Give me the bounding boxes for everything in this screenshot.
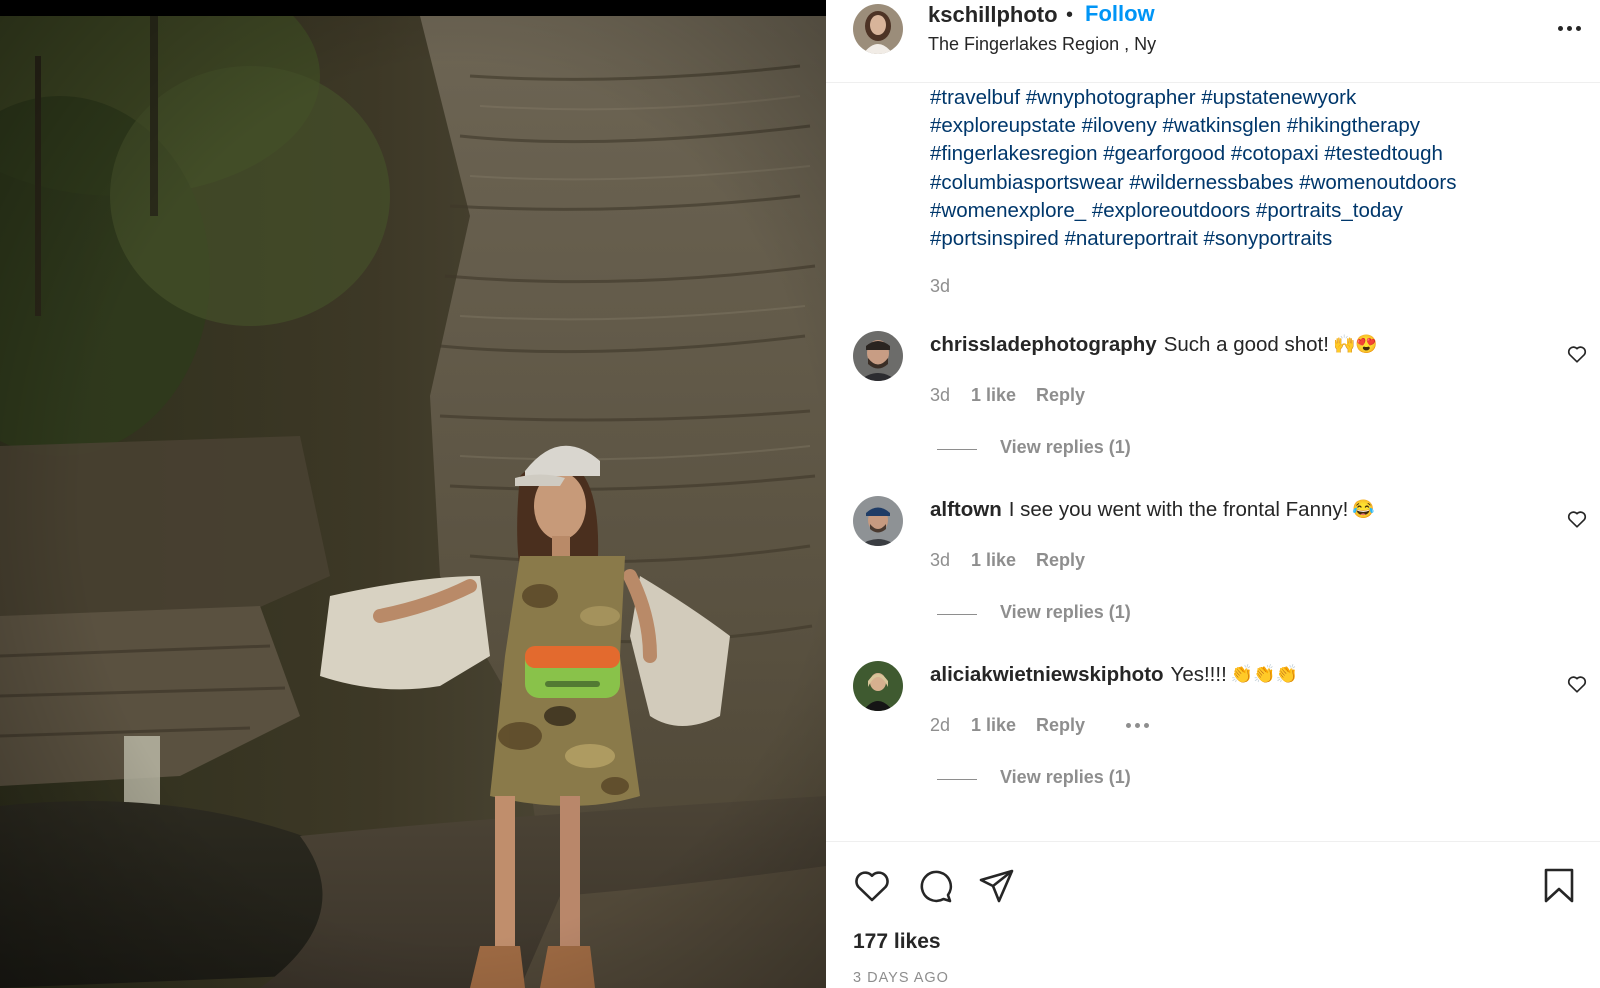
comment-reply-button[interactable]: Reply — [1036, 550, 1085, 571]
comment-more-options-icon[interactable] — [1126, 723, 1154, 731]
comment-timestamp[interactable]: 3d — [930, 385, 950, 406]
comment-likes[interactable]: 1 like — [971, 385, 1016, 406]
comment-body: aliciakwietniewskiphoto Yes!!!! 👏👏👏 — [930, 663, 1298, 687]
post-photo[interactable] — [0, 0, 826, 988]
view-replies-label: View replies (1) — [1000, 602, 1131, 622]
caption-hashtag-line[interactable]: #columbiasportswear #wildernessbabes #wo… — [930, 171, 1456, 194]
comment-likes[interactable]: 1 like — [971, 550, 1016, 571]
photo-top-bar — [0, 0, 826, 16]
post-side-panel: kschillphoto • Follow The Fingerlakes Re… — [826, 0, 1600, 988]
follow-button[interactable]: Follow — [1085, 1, 1155, 27]
comment-timestamp[interactable]: 3d — [930, 550, 950, 571]
commenter-avatar[interactable] — [853, 661, 903, 711]
comment-emoji: 🙌😍 — [1332, 334, 1378, 354]
author-username[interactable]: kschillphoto — [928, 2, 1058, 28]
comment-text: I see you went with the frontal Fanny! — [1008, 498, 1349, 521]
view-replies-divider — [937, 449, 977, 450]
comment-username[interactable]: aliciakwietniewskiphoto — [930, 663, 1164, 686]
view-replies-divider — [937, 614, 977, 615]
post-likes-count[interactable]: 177 likes — [853, 930, 941, 954]
caption-hashtag-line[interactable]: #fingerlakesregion #gearforgood #cotopax… — [930, 142, 1443, 165]
comment: aliciakwietniewskiphoto Yes!!!! 👏👏👏 2d 1 l… — [826, 661, 1600, 821]
comment-text: Yes!!!! — [1170, 663, 1227, 686]
comment-username[interactable]: chrissladephotography — [930, 333, 1157, 356]
comment-emoji: 😂 — [1352, 499, 1375, 519]
post-action-bar: 177 likes 3 DAYS AGO — [826, 841, 1600, 988]
post-header: kschillphoto • Follow The Fingerlakes Re… — [826, 0, 1600, 83]
header-separator: • — [1066, 4, 1074, 26]
comment: alftown I see you went with the frontal F… — [826, 496, 1600, 656]
comment-emoji: 👏👏👏 — [1230, 664, 1299, 684]
comment: chrissladephotography Such a good shot! 🙌😍… — [826, 331, 1600, 491]
comment-reply-button[interactable]: Reply — [1036, 715, 1085, 736]
comment-like-heart-icon[interactable] — [1566, 673, 1588, 695]
caption-timestamp[interactable]: 3d — [930, 276, 950, 297]
comment-bubble-icon[interactable] — [915, 866, 955, 906]
comment-text: Such a good shot! — [1163, 333, 1329, 356]
caption-hashtag-line[interactable]: #exploreupstate #iloveny #watkinsglen #h… — [930, 114, 1420, 137]
bookmark-save-icon[interactable] — [1539, 866, 1579, 906]
view-replies-label: View replies (1) — [1000, 437, 1131, 457]
more-options-icon[interactable] — [1552, 16, 1586, 40]
commenter-avatar[interactable] — [853, 496, 903, 546]
comment-likes[interactable]: 1 like — [971, 715, 1016, 736]
view-replies-label: View replies (1) — [1000, 767, 1131, 787]
post-image — [0, 16, 826, 988]
post-location[interactable]: The Fingerlakes Region , Ny — [928, 34, 1156, 55]
paper-plane-share-icon[interactable] — [977, 866, 1017, 906]
view-replies-divider — [937, 779, 977, 780]
like-heart-icon[interactable] — [852, 866, 892, 906]
post-caption: #travelbuf #wnyphotographer #upstatenewy… — [930, 84, 1570, 253]
comment-like-heart-icon[interactable] — [1566, 508, 1588, 530]
comment-like-heart-icon[interactable] — [1566, 343, 1588, 365]
post-date: 3 DAYS AGO — [853, 970, 949, 986]
comment-body: alftown I see you went with the frontal F… — [930, 498, 1375, 522]
comment-reply-button[interactable]: Reply — [1036, 385, 1085, 406]
caption-hashtag-line[interactable]: #travelbuf #wnyphotographer #upstatenewy… — [930, 86, 1356, 109]
commenter-avatar[interactable] — [853, 331, 903, 381]
comment-username[interactable]: alftown — [930, 498, 1002, 521]
comment-timestamp[interactable]: 2d — [930, 715, 950, 736]
caption-hashtag-line[interactable]: #portsinspired #natureportrait #sonyport… — [930, 227, 1332, 250]
author-avatar[interactable] — [853, 4, 903, 54]
comment-body: chrissladephotography Such a good shot! 🙌😍 — [930, 333, 1378, 357]
caption-hashtag-line[interactable]: #womenexplore_ #exploreoutdoors #portrai… — [930, 199, 1403, 222]
